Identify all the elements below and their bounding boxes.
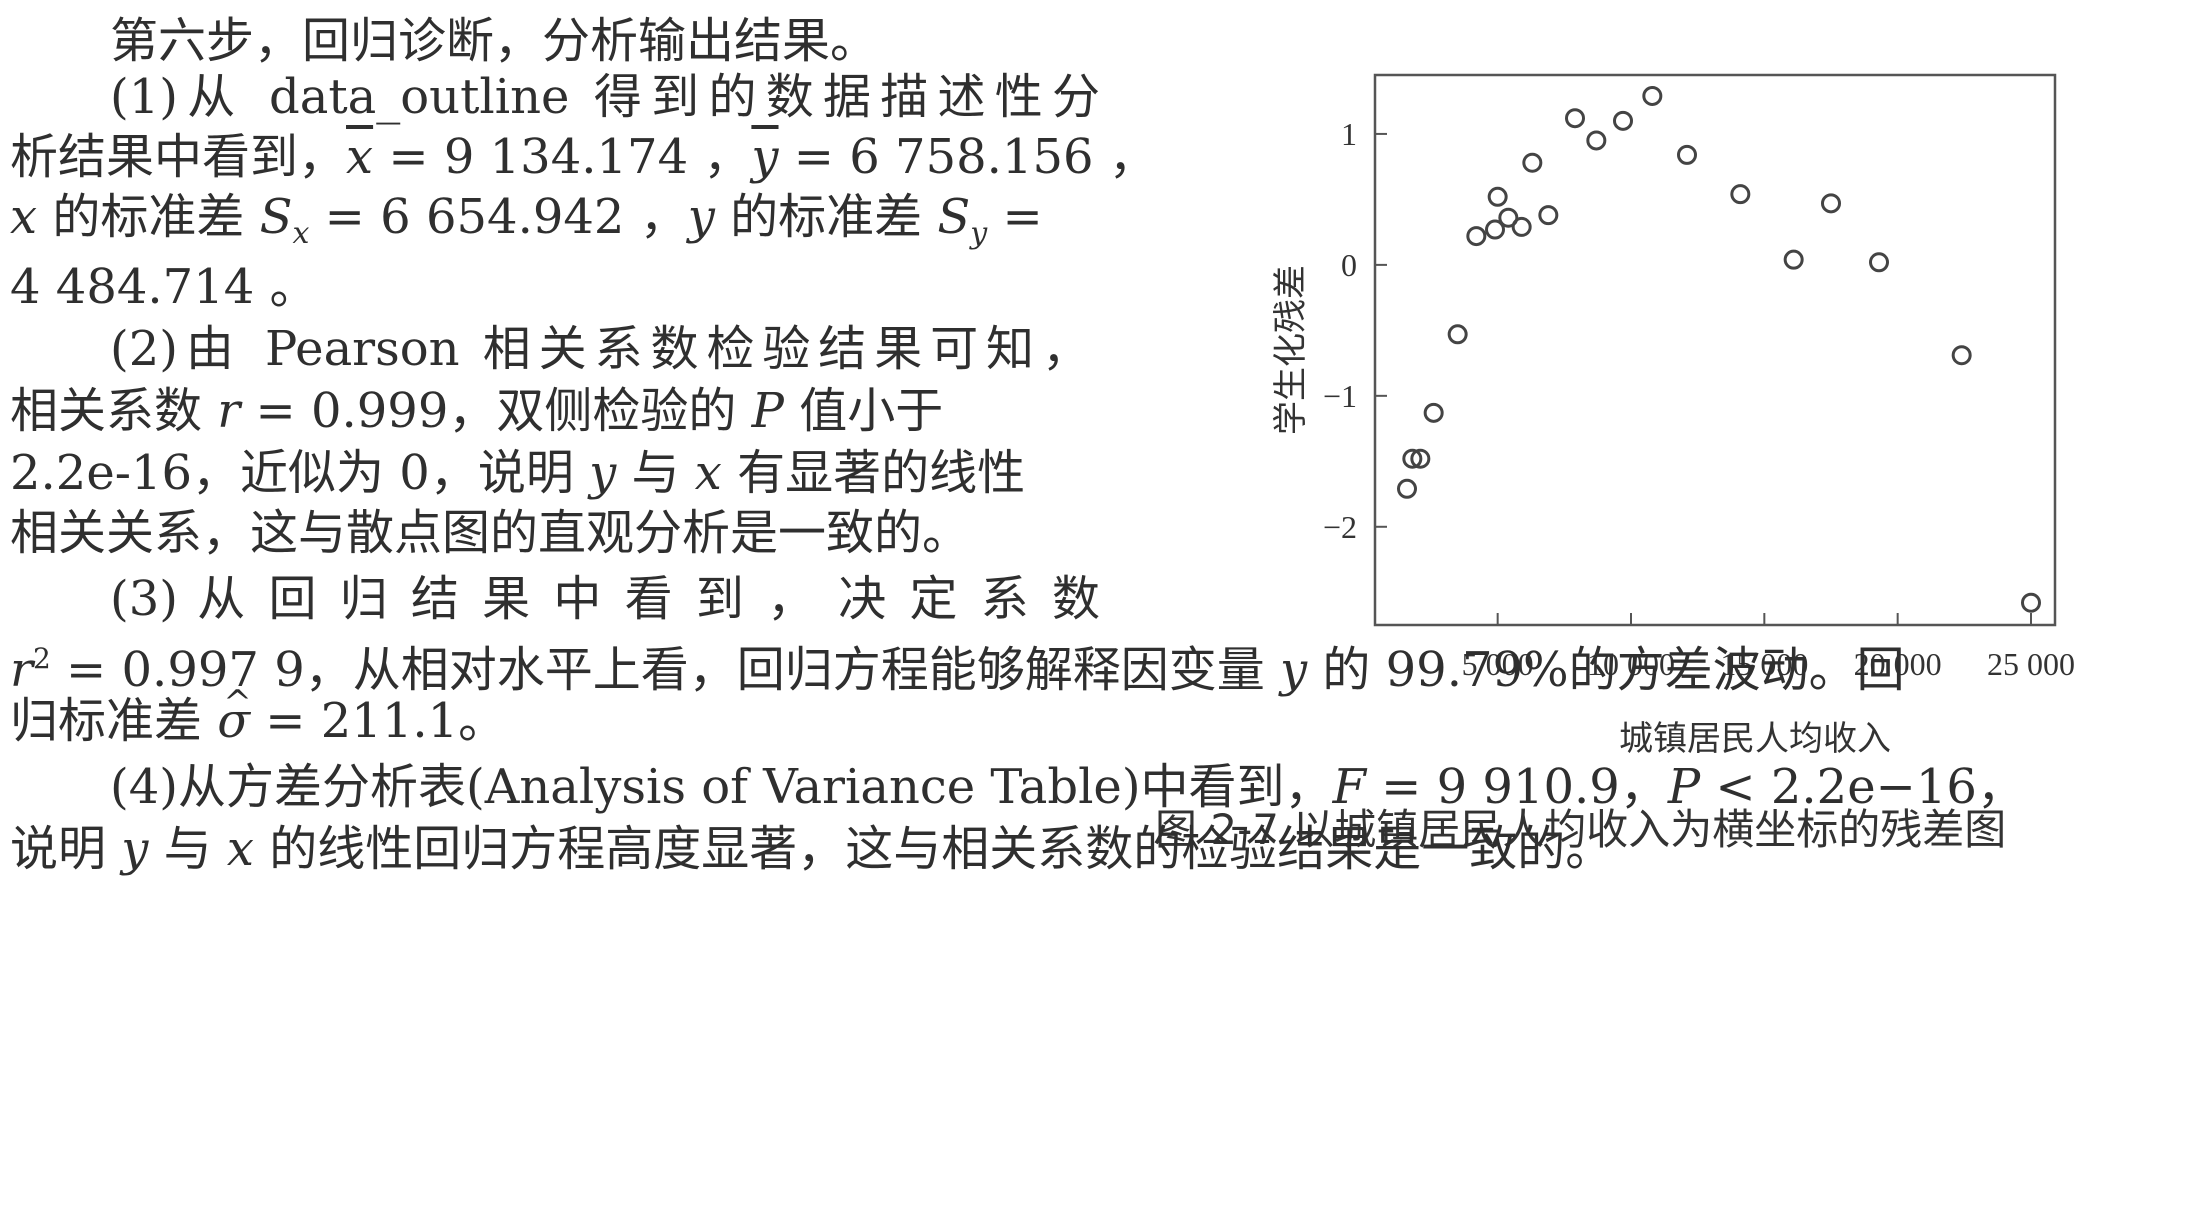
residual-point <box>1565 108 1585 129</box>
y-tick-label: −1 <box>1323 378 1357 414</box>
p2-with: 与 <box>616 445 695 501</box>
paragraph-1-line-3: x 的标准差 Sx = 6 654.942 ，y 的标准差 Sy = <box>10 186 1043 265</box>
paragraph-2-line-2: 相关系数 r = 0.999，双侧检验的 P 值小于 <box>10 380 943 442</box>
residual-point <box>1487 186 1508 207</box>
x-mean-value: = 9 134.174 ， <box>373 129 752 185</box>
paragraph-4-line-1: (4)从方差分析表(Analysis of Variance Table)中看到… <box>110 756 2025 818</box>
y-symbol-3: y <box>1280 642 1308 698</box>
p1-intro: 析结果中看到， <box>10 129 347 185</box>
sx-symbol: S <box>259 189 293 245</box>
paragraph-1-line-1: (1)从 data_outline 得到的数据描述性分 <box>110 69 1100 125</box>
paragraph-4-line-2: 说明 y 与 x 的线性回归方程高度显著，这与相关系数的检验结果是一致的。 <box>10 818 1613 880</box>
data-points <box>1397 85 2041 613</box>
p-symbol-2: P <box>1667 759 1701 815</box>
std-label-2: 的标准差 <box>714 189 938 245</box>
y-bar-symbol: y <box>751 129 779 185</box>
paragraph-1-line-2: 析结果中看到，x = 9 134.174 ，y = 6 758.156 ， <box>10 126 1157 188</box>
residual-point <box>1951 345 1972 366</box>
y-tick-label: −2 <box>1323 509 1357 545</box>
f-symbol: F <box>1332 759 1366 815</box>
tick-marks <box>1375 132 2032 625</box>
sx-value: = 6 654.942 ， <box>309 189 688 245</box>
residual-point <box>1522 152 1543 173</box>
residual-point <box>1586 130 1607 151</box>
residual-point <box>1538 205 1559 226</box>
tick-labels: 5 000 10 000 15 000 20 000 25 00010−1−2 <box>1323 116 2075 682</box>
p4-with: 与 <box>148 821 227 877</box>
p-symbol: P <box>751 383 784 439</box>
residual-point <box>1783 249 1804 270</box>
residual-point <box>1447 324 1468 345</box>
x-tick-label: 25 000 <box>1987 646 2075 682</box>
p3-variance: 的 99.79%的方差波动。回 <box>1307 642 1905 698</box>
y-symbol: y <box>687 189 715 245</box>
p4-f-value: = 9 910.9， <box>1365 759 1668 815</box>
r-squared-exponent: 2 <box>32 642 51 675</box>
paragraph-1-line-4: 4 484.714 。 <box>10 259 318 315</box>
paragraph-3-line-3: 归标准差 σ = 211.1。 <box>10 672 507 752</box>
p2-corr-label: 相关系数 <box>10 383 218 439</box>
residual-point <box>1821 193 1841 214</box>
residual-point <box>1730 184 1751 205</box>
p4-p-value: < 2.2e−16， <box>1700 759 2025 815</box>
x-symbol: x <box>10 189 38 245</box>
residual-point <box>1397 478 1417 499</box>
step-title: 第六步，回归诊断，分析输出结果。 <box>110 13 879 69</box>
residual-point <box>1677 144 1697 165</box>
sigma-hat-symbol: σ <box>217 672 251 752</box>
p2-corr-value: = 0.999，双侧检验的 <box>240 383 752 439</box>
paragraph-2-line-1: (2)由 Pearson 相关系数检验结果可知， <box>110 321 1090 377</box>
p4-conclusion: 的线性回归方程高度显著，这与相关系数的检验结果是一致的。 <box>254 821 1614 877</box>
x-bar-symbol: x <box>346 129 374 185</box>
sy-symbol: S <box>937 189 971 245</box>
sy-subscript: y <box>970 216 988 251</box>
residual-point <box>1423 402 1444 423</box>
p2-approx: 2.2e-16，近似为 0，说明 <box>10 445 590 501</box>
residual-point <box>1642 85 1663 106</box>
p3-std-value: = 211.1。 <box>250 693 507 749</box>
y-axis-label: 学生化残差 <box>1271 265 1311 435</box>
p4-explain: 说明 <box>10 821 122 877</box>
x-symbol-2: x <box>694 445 722 501</box>
paragraph-2-line-4: 相关关系，这与散点图的直观分析是一致的。 <box>10 505 971 561</box>
y-tick-label: 1 <box>1341 116 1357 152</box>
y-tick-label: 0 <box>1341 247 1357 283</box>
p4-anova: (4)从方差分析表(Analysis of Variance Table)中看到… <box>110 759 1333 815</box>
x-symbol-4: x <box>226 821 254 877</box>
residual-point <box>1511 216 1532 237</box>
residual-point <box>2021 592 2041 613</box>
residual-point <box>1466 226 1487 247</box>
y-mean-value: = 6 758.156 ， <box>778 129 1157 185</box>
residual-point <box>1613 110 1633 131</box>
p3-std-label: 归标准差 <box>10 693 218 749</box>
x-axis-label: 城镇居民人均收入 <box>1619 719 1891 759</box>
y-symbol-2: y <box>589 445 617 501</box>
plot-frame <box>1373 73 2057 627</box>
y-symbol-4: y <box>121 821 149 877</box>
p2-pvalue-label: 值小于 <box>783 383 944 439</box>
sy-equals: = <box>987 189 1043 245</box>
r-symbol: r <box>217 383 241 439</box>
paragraph-2-line-3: 2.2e-16，近似为 0，说明 y 与 x 有显著的线性 <box>10 442 1025 504</box>
paragraph-3-line-1: (3) 从 回 归 结 果 中 看 到 ， 决 定 系 数 <box>110 571 1100 627</box>
sx-subscript: x <box>292 216 310 251</box>
p2-significant: 有显著的线性 <box>721 445 1026 501</box>
std-label-1: 的标准差 <box>37 189 260 245</box>
residual-point <box>1869 252 1889 273</box>
